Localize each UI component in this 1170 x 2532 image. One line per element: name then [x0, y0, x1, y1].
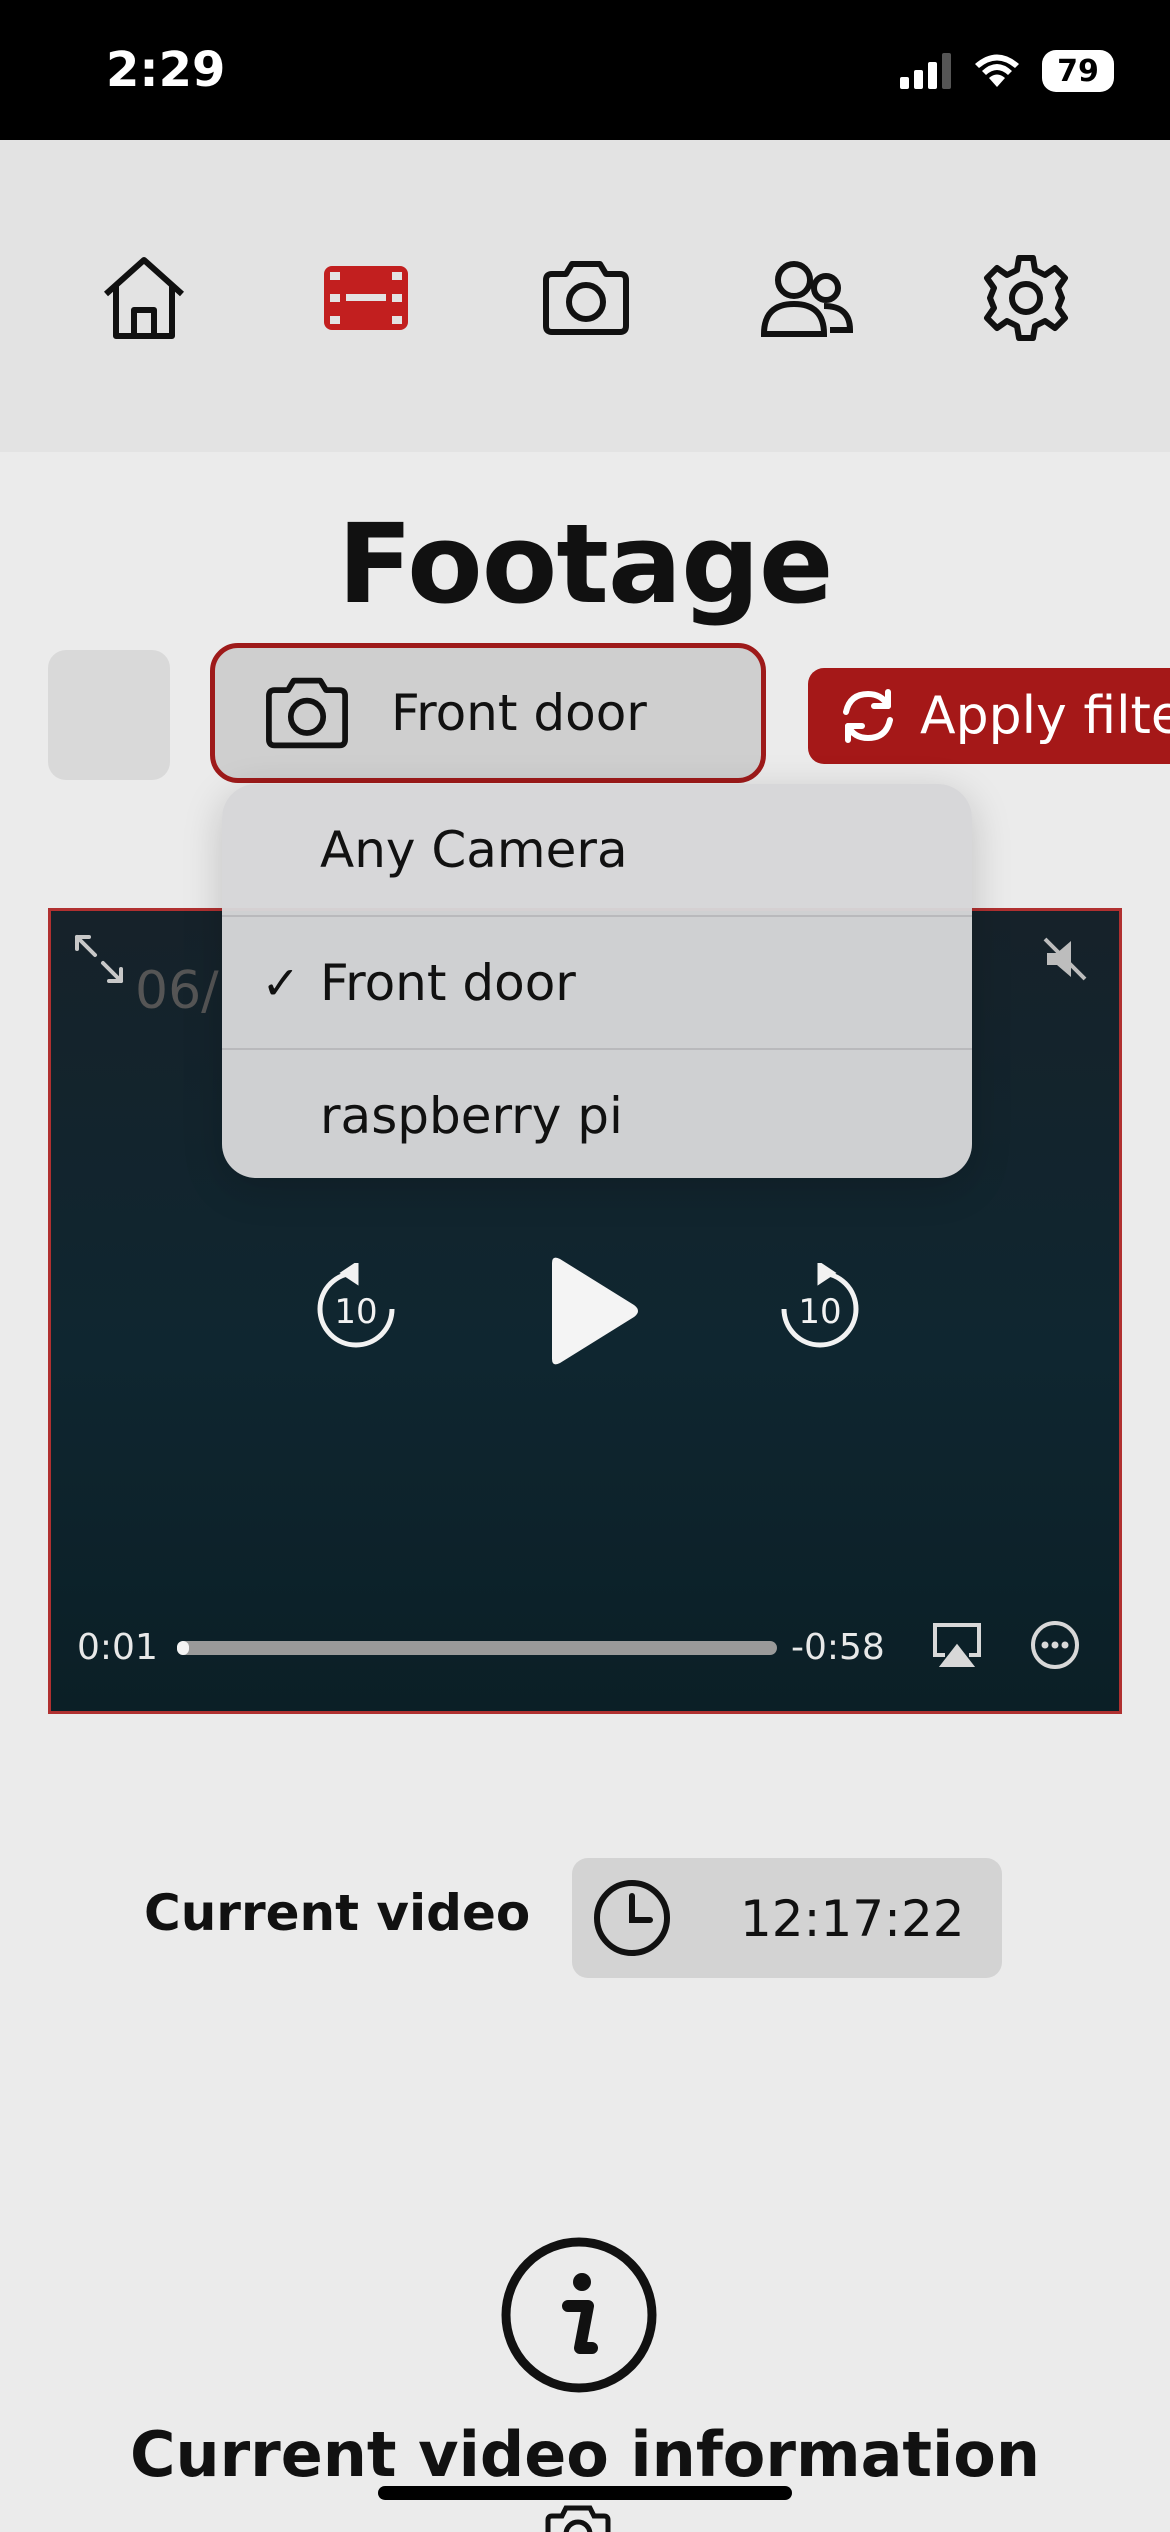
- progress-fill: [177, 1641, 189, 1655]
- camera-filter-value: Front door: [391, 684, 647, 742]
- remaining-time: -0:58: [791, 1627, 885, 1668]
- home-icon: [103, 257, 185, 339]
- refresh-icon: [843, 689, 893, 743]
- status-time: 2:29: [106, 42, 226, 98]
- play-icon[interactable]: [534, 1253, 644, 1369]
- progress-bar[interactable]: [177, 1641, 777, 1655]
- page-title: Footage: [337, 500, 834, 628]
- battery-indicator: 79: [1042, 50, 1114, 92]
- status-icons: 79: [900, 50, 1114, 92]
- signal-icon: [900, 53, 951, 89]
- skip-back-icon[interactable]: 10: [314, 1263, 398, 1353]
- nav-footage[interactable]: [318, 250, 414, 346]
- nav-camera[interactable]: [538, 250, 634, 346]
- camera-filter-select[interactable]: Front door: [210, 643, 766, 783]
- camera-icon: [543, 261, 629, 335]
- nav-users[interactable]: [758, 250, 854, 346]
- option-label: Front door: [320, 953, 576, 1012]
- camera-dropdown-menu: Any Camera ✓ Front door raspberry pi: [222, 784, 972, 1178]
- elapsed-time: 0:01: [77, 1627, 158, 1668]
- current-video-label: Current video: [144, 1884, 531, 1942]
- users-icon: [760, 261, 854, 337]
- status-bar: 2:29 79: [0, 0, 1170, 140]
- dropdown-option-front-door[interactable]: ✓ Front door: [222, 917, 972, 1048]
- current-video-time-value: 12:17:22: [740, 1890, 965, 1948]
- apply-filter-label: Apply filter: [920, 686, 1170, 746]
- camera-icon: [545, 2505, 611, 2532]
- gear-icon: [984, 255, 1068, 341]
- skip-forward-icon[interactable]: 10: [778, 1263, 862, 1353]
- wifi-icon: [975, 54, 1019, 87]
- option-label: raspberry pi: [320, 1086, 623, 1145]
- more-options-icon[interactable]: [1029, 1619, 1081, 1671]
- skip-back-seconds: 10: [334, 1292, 377, 1332]
- apply-filter-button[interactable]: Apply filter: [808, 668, 1170, 764]
- nav-settings[interactable]: [978, 250, 1074, 346]
- info-icon: [501, 2237, 657, 2393]
- nav-home[interactable]: [96, 250, 192, 346]
- clock-icon: [594, 1880, 670, 1956]
- fullscreen-icon[interactable]: [73, 933, 125, 985]
- video-timestamp-overlay: 06/: [135, 961, 219, 1021]
- mute-icon[interactable]: [1039, 933, 1091, 985]
- skip-forward-seconds: 10: [798, 1292, 841, 1332]
- home-indicator: [378, 2486, 792, 2500]
- filter-chip[interactable]: [48, 650, 170, 780]
- current-video-time: 12:17:22: [572, 1858, 1002, 1978]
- camera-icon: [266, 677, 348, 749]
- dropdown-option-any-camera[interactable]: Any Camera: [222, 784, 972, 915]
- airplay-icon[interactable]: [931, 1621, 983, 1667]
- film-icon: [324, 266, 408, 330]
- checkmark-icon: ✓: [261, 955, 300, 1010]
- dropdown-option-raspberry-pi[interactable]: raspberry pi: [222, 1050, 972, 1178]
- info-section-title: Current video information: [129, 2418, 1041, 2491]
- option-label: Any Camera: [320, 820, 628, 879]
